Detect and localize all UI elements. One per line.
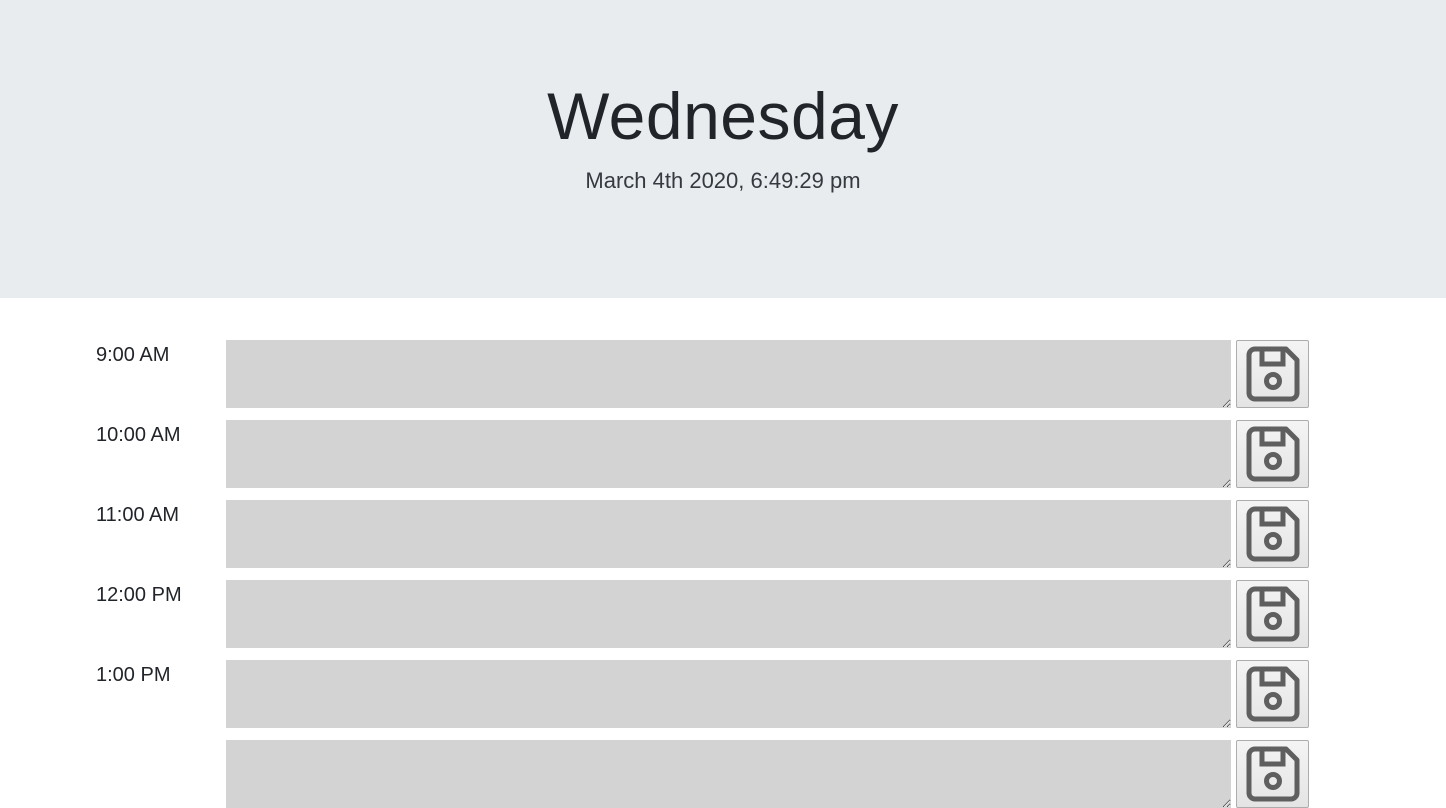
event-textarea[interactable] — [226, 740, 1231, 808]
event-textarea[interactable] — [226, 500, 1231, 568]
save-button[interactable] — [1236, 660, 1309, 728]
floppy-disk-icon — [1246, 586, 1300, 642]
save-button[interactable] — [1236, 340, 1309, 408]
time-block-row: 12:00 PM — [0, 580, 1446, 648]
save-button[interactable] — [1236, 740, 1309, 808]
event-textarea[interactable] — [226, 340, 1231, 408]
floppy-disk-icon — [1246, 426, 1300, 482]
current-datetime: March 4th 2020, 6:49:29 pm — [585, 168, 861, 193]
hour-label: 10:00 AM — [96, 424, 181, 446]
hour-label: 12:00 PM — [96, 584, 182, 606]
hour-label: 1:00 PM — [96, 664, 171, 686]
time-block-row: 10:00 AM — [0, 420, 1446, 488]
floppy-disk-icon — [1246, 746, 1300, 802]
time-block-row: 9:00 AM — [0, 340, 1446, 408]
hour-label: 9:00 AM — [96, 344, 170, 366]
save-button[interactable] — [1236, 420, 1309, 488]
save-button[interactable] — [1236, 500, 1309, 568]
save-button[interactable] — [1236, 580, 1309, 648]
event-textarea[interactable] — [226, 420, 1231, 488]
page-header: Wednesday March 4th 2020, 6:49:29 pm — [0, 0, 1446, 298]
floppy-disk-icon — [1246, 506, 1300, 562]
floppy-disk-icon — [1246, 346, 1300, 402]
floppy-disk-icon — [1246, 666, 1300, 722]
current-day-title: Wednesday — [547, 79, 899, 153]
event-textarea[interactable] — [226, 580, 1231, 648]
time-block-row: 1:00 PM — [0, 660, 1446, 728]
hour-label: 11:00 AM — [96, 504, 180, 526]
time-block-row — [0, 740, 1446, 808]
event-textarea[interactable] — [226, 660, 1231, 728]
time-block-row: 11:00 AM — [0, 500, 1446, 568]
